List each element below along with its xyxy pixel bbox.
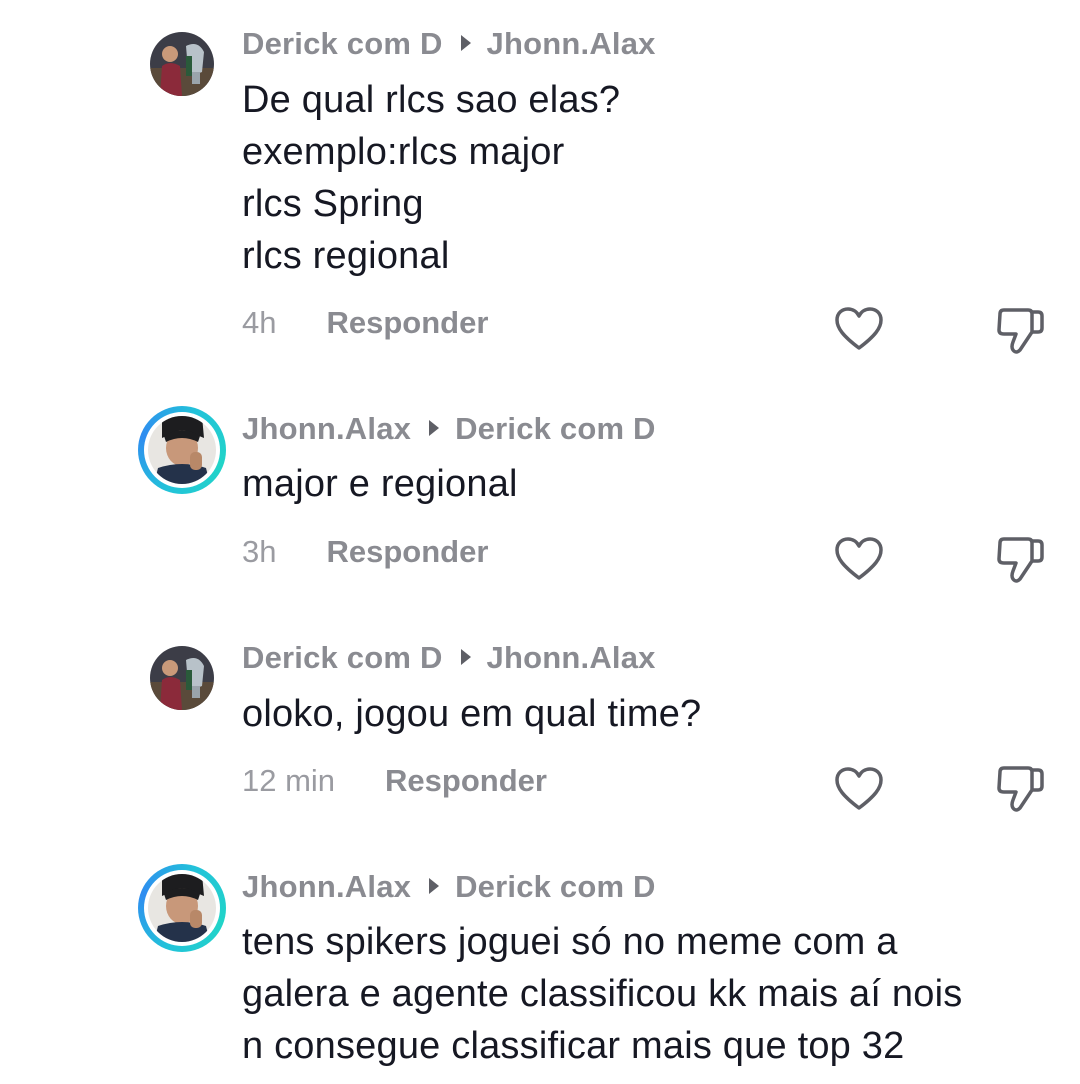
- triangle-right-icon: [460, 649, 471, 665]
- thumbs-down-icon[interactable]: [994, 764, 1046, 814]
- comment-meta: 3h Responder: [242, 534, 488, 570]
- author-name[interactable]: Derick com D: [242, 26, 443, 61]
- reply-to-name[interactable]: Jhonn.Alax: [487, 640, 656, 675]
- reply-to-name[interactable]: Derick com D: [455, 411, 656, 446]
- author-name[interactable]: Derick com D: [242, 640, 443, 675]
- comment-line: rlcs regional: [242, 235, 450, 277]
- reply-to-name[interactable]: Derick com D: [455, 869, 656, 904]
- author-name[interactable]: Jhonn.Alax: [242, 411, 411, 446]
- comment-line: oloko, jogou em qual time?: [242, 693, 702, 735]
- comment-text: major e regional: [242, 458, 518, 510]
- comment-line: galera e agente classificou kk mais aí n…: [242, 973, 963, 1015]
- comment-line: n consegue classificar mais que top 32: [242, 1025, 905, 1067]
- comment-line: rlcs Spring: [242, 183, 424, 225]
- timestamp: 3h: [242, 534, 277, 569]
- comment-header: Jhonn.Alax Derick com D: [242, 411, 656, 447]
- author-name[interactable]: Jhonn.Alax: [242, 869, 411, 904]
- thumbs-down-icon[interactable]: [994, 306, 1046, 356]
- comment-text: oloko, jogou em qual time?: [242, 688, 701, 740]
- comment-line: major e regional: [242, 463, 518, 505]
- comment-text: tens spikers joguei só no meme com a gal…: [242, 916, 962, 1072]
- comment-meta: 12 min Responder: [242, 763, 547, 799]
- triangle-right-icon: [460, 35, 471, 51]
- comment-line: De qual rlcs sao elas?: [242, 79, 621, 121]
- thumbs-down-icon[interactable]: [994, 535, 1046, 585]
- profile-photo-icon: [148, 874, 216, 942]
- comment-header: Derick com D Jhonn.Alax: [242, 26, 656, 62]
- timestamp: 4h: [242, 305, 277, 340]
- profile-photo-icon: [150, 646, 214, 710]
- comment-line: tens spikers joguei só no meme com a: [242, 921, 898, 963]
- comment-header: Derick com D Jhonn.Alax: [242, 640, 656, 676]
- heart-icon[interactable]: [834, 306, 884, 352]
- comment-text: De qual rlcs sao elas? exemplo:rlcs majo…: [242, 74, 620, 282]
- reply-to-name[interactable]: Jhonn.Alax: [487, 26, 656, 61]
- avatar[interactable]: [150, 646, 214, 710]
- heart-icon[interactable]: [834, 536, 884, 582]
- reply-button[interactable]: Responder: [385, 763, 547, 798]
- profile-photo-icon: [150, 32, 214, 96]
- avatar[interactable]: [150, 32, 214, 96]
- avatar[interactable]: [138, 406, 226, 494]
- comment-meta: 4h Responder: [242, 305, 488, 341]
- reply-button[interactable]: Responder: [326, 534, 488, 569]
- comment-header: Jhonn.Alax Derick com D: [242, 869, 656, 905]
- profile-photo-icon: [148, 416, 216, 484]
- avatar[interactable]: [138, 864, 226, 952]
- triangle-right-icon: [429, 420, 440, 436]
- reply-button[interactable]: Responder: [326, 305, 488, 340]
- triangle-right-icon: [429, 878, 440, 894]
- timestamp: 12 min: [242, 763, 336, 798]
- comment-line: exemplo:rlcs major: [242, 131, 565, 173]
- heart-icon[interactable]: [834, 766, 884, 812]
